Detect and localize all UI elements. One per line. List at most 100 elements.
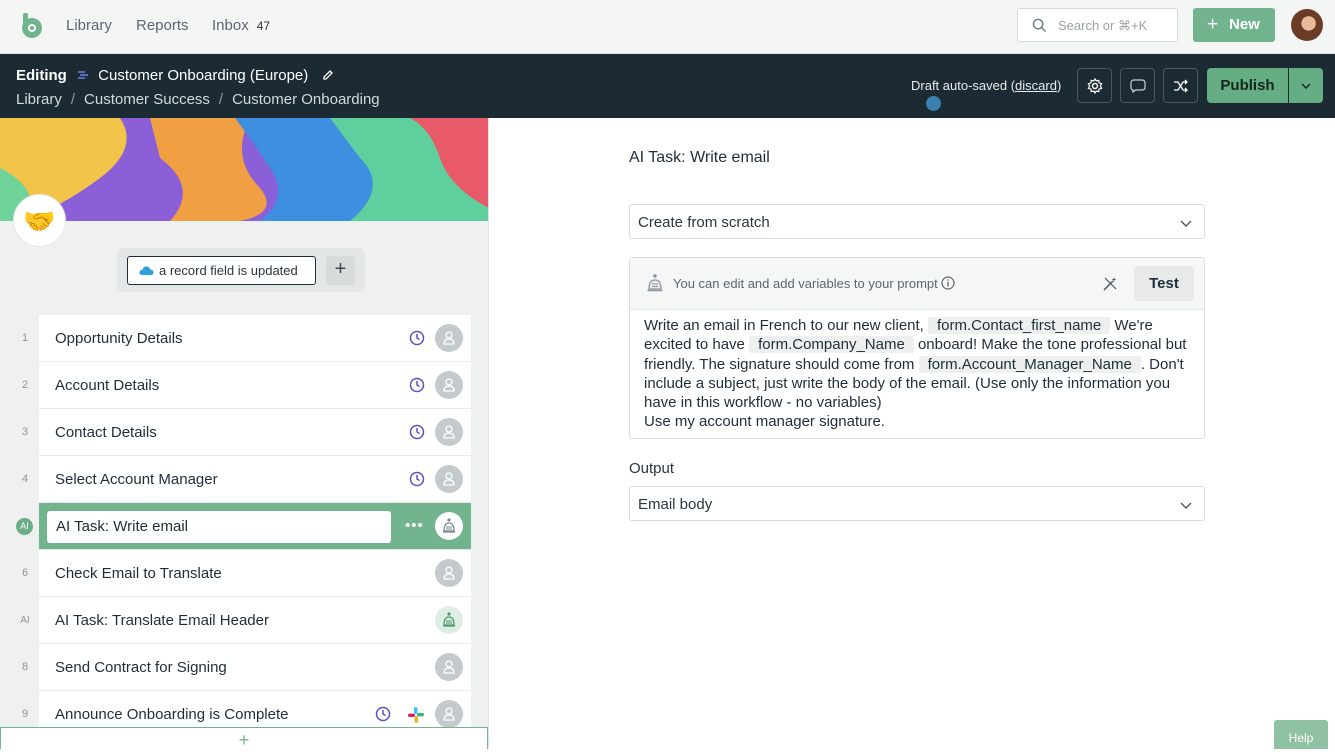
more-options-icon[interactable]: ••• xyxy=(405,517,424,534)
search-input[interactable]: Search or ⌘+K xyxy=(1017,8,1178,42)
step-title: AI Task: Write email xyxy=(56,518,188,535)
shuffle-icon xyxy=(1174,79,1188,93)
assignee-avatar[interactable] xyxy=(435,653,463,681)
user-icon xyxy=(443,378,455,392)
prompt-editor[interactable]: You can edit and add variables to your p… xyxy=(629,257,1205,439)
breadcrumb-customer-onboarding[interactable]: Customer Onboarding xyxy=(232,91,380,108)
shuffle-button[interactable] xyxy=(1163,68,1198,103)
app-logo-icon[interactable] xyxy=(18,11,46,39)
prompt-toolbar: You can edit and add variables to your p… xyxy=(630,258,1204,310)
step-number: 6 xyxy=(21,567,29,579)
step-editor-title: AI Task: Write email xyxy=(629,149,770,166)
step-title: Contact Details xyxy=(55,424,157,441)
nav-reports-link[interactable]: Reports xyxy=(136,17,189,34)
step-account-details[interactable]: 2 Account Details xyxy=(22,362,471,409)
top-navigation: Library Reports Inbox 47 Search or ⌘+K + … xyxy=(0,0,1335,54)
workflow-title: Editing Customer Onboarding (Europe) xyxy=(16,67,334,84)
step-opportunity-details[interactable]: 1 Opportunity Details xyxy=(22,315,471,362)
trigger-button[interactable]: a record field is updated xyxy=(127,256,316,285)
gear-icon xyxy=(1087,78,1103,94)
step-title: Send Contract for Signing xyxy=(55,659,227,676)
step-title: Account Details xyxy=(55,377,160,394)
nav-library-link[interactable]: Library xyxy=(66,17,112,34)
ai-bot-avatar xyxy=(435,512,463,540)
nav-inbox-link[interactable]: Inbox 47 xyxy=(212,17,270,34)
publish-button[interactable]: Publish xyxy=(1207,68,1288,103)
clock-icon xyxy=(409,330,425,346)
assignee-avatar[interactable] xyxy=(435,559,463,587)
inbox-count-badge: 47 xyxy=(256,19,271,33)
new-button[interactable]: + New xyxy=(1193,8,1275,42)
step-number: 2 xyxy=(21,379,29,391)
magic-wand-icon[interactable] xyxy=(1102,276,1118,292)
variable-chip[interactable]: form.Account_Manager_Name xyxy=(918,355,1141,373)
workflow-steps-panel: 🤝 a record field is updated + 1 Opportun… xyxy=(0,118,489,749)
variable-chip[interactable]: form.Company_Name xyxy=(749,336,914,354)
plus-icon: + xyxy=(1207,14,1219,35)
output-select[interactable]: Email body xyxy=(629,486,1205,521)
user-icon xyxy=(443,660,455,674)
prompt-text-segment: Use my account manager signature. xyxy=(644,413,885,431)
step-ai-translate-email-header[interactable]: AI AI Task: Translate Email Header xyxy=(20,597,471,644)
step-select-account-manager[interactable]: 4 Select Account Manager xyxy=(22,456,471,503)
prompt-mode-select[interactable]: Create from scratch xyxy=(629,204,1205,239)
help-button[interactable]: Help xyxy=(1274,720,1328,749)
clock-icon xyxy=(409,471,425,487)
search-placeholder: Search or ⌘+K xyxy=(1058,18,1148,33)
settings-button[interactable] xyxy=(1077,68,1112,103)
test-button[interactable]: Test xyxy=(1134,266,1194,301)
step-number: 4 xyxy=(21,473,29,485)
trigger-label: a record field is updated xyxy=(159,263,298,278)
prompt-text-segment: Write an email in French to our new clie… xyxy=(644,317,929,334)
user-icon xyxy=(443,707,455,721)
output-label: Output xyxy=(629,460,675,477)
step-ai-write-email[interactable]: AI AI Task: Write email ••• xyxy=(16,503,471,550)
step-check-email-to-translate[interactable]: 6 Check Email to Translate xyxy=(22,550,471,597)
prompt-text[interactable]: Write an email in French to our new clie… xyxy=(644,316,1194,432)
assignee-avatar[interactable] xyxy=(435,700,463,728)
editing-mode-label: Editing xyxy=(16,67,67,84)
add-trigger-button[interactable]: + xyxy=(326,256,355,285)
clock-icon xyxy=(375,706,391,722)
draft-status-suffix: ) xyxy=(1056,78,1062,93)
user-icon xyxy=(443,331,455,345)
assignee-avatar[interactable] xyxy=(435,371,463,399)
assignee-avatar[interactable] xyxy=(435,465,463,493)
step-editor-panel: AI Task: Write email Create from scratch… xyxy=(490,118,1335,749)
chevron-down-icon xyxy=(1180,502,1192,509)
workflow-name: Customer Onboarding (Europe) xyxy=(98,67,309,84)
breadcrumb-customer-success[interactable]: Customer Success xyxy=(84,91,210,108)
user-icon xyxy=(443,472,455,486)
output-value: Email body xyxy=(638,496,713,513)
comment-icon xyxy=(1130,79,1146,94)
handshake-icon: 🤝 xyxy=(13,194,66,247)
user-icon xyxy=(443,425,455,439)
new-button-label: New xyxy=(1229,16,1260,33)
user-avatar[interactable] xyxy=(1291,9,1323,41)
nav-inbox-label: Inbox xyxy=(212,17,249,34)
info-icon[interactable] xyxy=(941,276,955,290)
step-number: AI xyxy=(20,615,30,626)
comments-button[interactable] xyxy=(1120,68,1155,103)
edit-pencil-icon[interactable] xyxy=(322,69,334,81)
breadcrumb-library[interactable]: Library xyxy=(16,91,62,108)
publish-options-button[interactable] xyxy=(1289,68,1323,103)
add-step-button[interactable]: + xyxy=(0,727,488,749)
step-title-input[interactable]: AI Task: Write email xyxy=(47,511,391,543)
discard-link[interactable]: discard xyxy=(1015,78,1057,93)
assignee-avatar[interactable] xyxy=(435,418,463,446)
ai-step-badge: AI xyxy=(16,518,33,535)
breadcrumb: Library / Customer Success / Customer Onboar… xyxy=(16,91,380,108)
search-icon xyxy=(1032,18,1047,33)
workflow-icon xyxy=(78,71,88,79)
ai-bot-icon xyxy=(443,518,455,533)
step-send-contract[interactable]: 8 Send Contract for Signing xyxy=(22,644,471,691)
variable-chip[interactable]: form.Contact_first_name xyxy=(928,317,1111,334)
user-icon xyxy=(443,566,455,580)
draft-status: Draft auto-saved (discard) xyxy=(911,78,1061,93)
clock-icon xyxy=(409,424,425,440)
assignee-avatar[interactable] xyxy=(435,324,463,352)
step-title: Check Email to Translate xyxy=(55,565,222,582)
step-contact-details[interactable]: 3 Contact Details xyxy=(22,409,471,456)
step-number: 1 xyxy=(21,332,29,344)
